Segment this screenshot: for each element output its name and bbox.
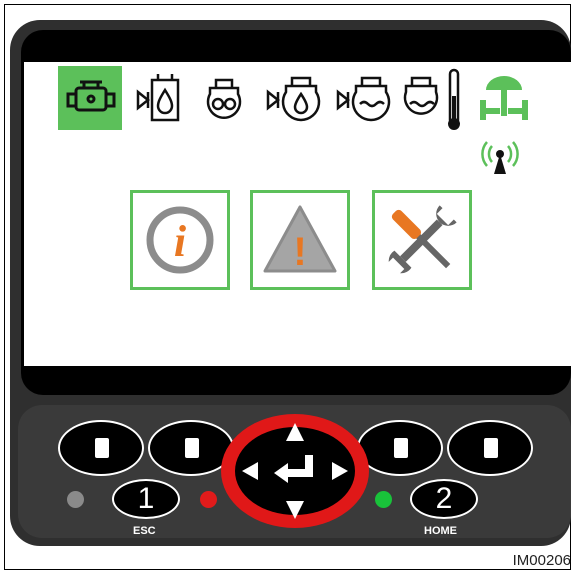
figure-code: IM00206 (512, 552, 571, 569)
navigation-pad[interactable] (212, 405, 378, 537)
wireless-signal-icon (480, 140, 520, 174)
esc-button[interactable]: 1 (112, 479, 180, 519)
coolant-level-icon (334, 70, 396, 126)
home-button-number: 2 (435, 482, 453, 515)
status-led-red (200, 491, 217, 508)
warning-icon: ! (263, 205, 337, 274)
info-glyph: i (174, 217, 187, 266)
display-screen: i ! (24, 62, 571, 366)
generator-icon (476, 70, 532, 130)
warning-glyph: ! (293, 230, 306, 274)
engine-icon[interactable] (58, 66, 122, 130)
home-button[interactable]: 2 (410, 479, 478, 519)
fuel-filter-icon (134, 68, 184, 130)
softkey-4[interactable] (447, 420, 533, 476)
esc-button-number: 1 (137, 482, 155, 515)
home-label: HOME (424, 525, 457, 537)
service-menu-button[interactable] (372, 190, 472, 290)
service-tools-icon (388, 205, 457, 274)
coolant-temperature-icon (402, 66, 468, 132)
esc-label: ESC (133, 525, 156, 537)
turbo-icon (202, 74, 246, 124)
softkey-1[interactable] (58, 420, 144, 476)
status-led-grey (67, 491, 84, 508)
status-led-green (375, 491, 392, 508)
oil-pressure-icon (264, 70, 326, 126)
info-icon: i (146, 206, 214, 274)
info-menu-button[interactable]: i (130, 190, 230, 290)
warning-menu-button[interactable]: ! (250, 190, 350, 290)
